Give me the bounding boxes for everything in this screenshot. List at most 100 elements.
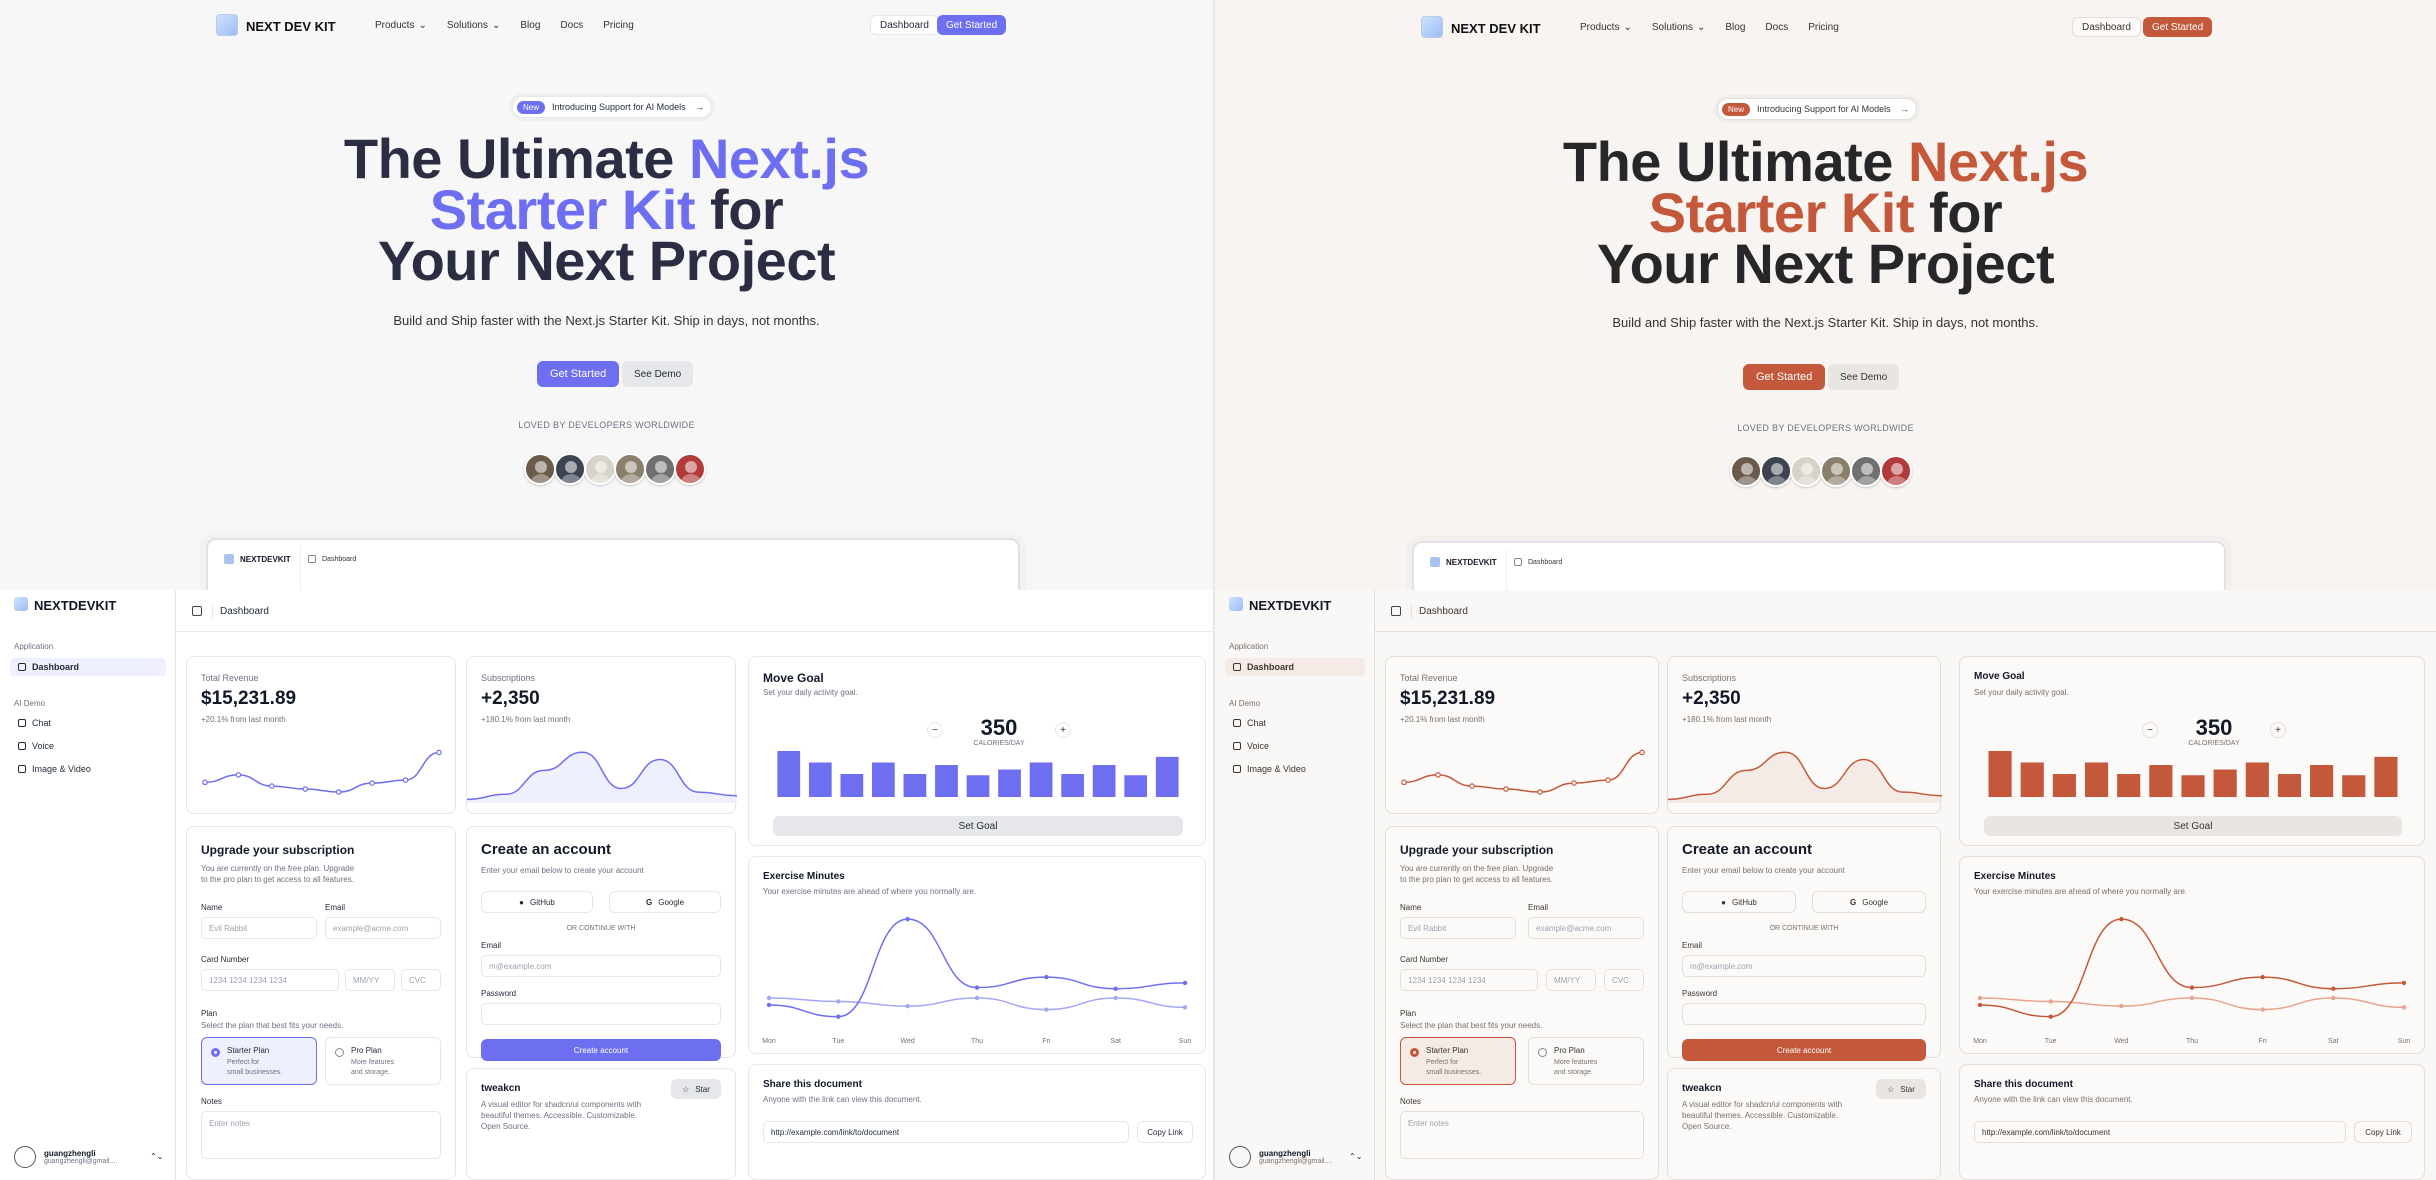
- x-tick-label: Mon: [1973, 1038, 1987, 1045]
- get-started-button[interactable]: Get Started: [937, 15, 1007, 35]
- see-demo-button[interactable]: See Demo: [1828, 364, 1900, 390]
- google-button[interactable]: G Google: [609, 891, 721, 913]
- nav-link-docs[interactable]: Docs: [1765, 22, 1788, 33]
- name-input[interactable]: Evil Rabbit: [1400, 917, 1516, 939]
- copy-link-button[interactable]: Copy Link: [2354, 1121, 2412, 1143]
- share-link-input[interactable]: http://example.com/link/to/document: [763, 1121, 1129, 1143]
- nav-link-blog[interactable]: Blog: [520, 20, 540, 31]
- sidebar-item-chat[interactable]: Chat: [10, 714, 166, 732]
- password-input[interactable]: [1682, 1003, 1926, 1025]
- sidebar-item-chat[interactable]: Chat: [1225, 714, 1365, 732]
- cvc-input[interactable]: CVC: [401, 969, 441, 991]
- nav-link-solutions[interactable]: Solutions ⌄: [447, 20, 501, 31]
- starter-plan-option[interactable]: Starter Plan Perfect for small businesses.: [1400, 1037, 1516, 1085]
- hero-subtitle: Build and Ship faster with the Next.js S…: [393, 313, 820, 328]
- divider: [212, 604, 213, 618]
- copy-link-button[interactable]: Copy Link: [1137, 1121, 1193, 1143]
- github-button[interactable]: ● GitHub: [1682, 891, 1796, 913]
- sidebar-item-dashboard[interactable]: Dashboard: [1225, 658, 1365, 676]
- star-button[interactable]: ☆ Star: [1876, 1079, 1926, 1099]
- voice-icon: [1233, 742, 1241, 750]
- brand-name[interactable]: NEXT DEV KIT: [1451, 21, 1541, 36]
- announcement-badge[interactable]: New Introducing Support for AI Models →: [1717, 98, 1917, 120]
- email-input[interactable]: m@example.com: [1682, 955, 1926, 977]
- hero-get-started-button[interactable]: Get Started: [537, 361, 620, 387]
- google-icon: G: [1849, 897, 1857, 907]
- nav-link-products[interactable]: Products ⌄: [1580, 22, 1632, 33]
- avatar: [1880, 455, 1912, 487]
- nav-link-pricing[interactable]: Pricing: [1808, 22, 1839, 33]
- sidebar-item-voice[interactable]: Voice: [10, 737, 166, 755]
- sidebar-toggle-icon[interactable]: [1391, 606, 1401, 616]
- subscriptions-area: [467, 752, 737, 803]
- card-number-input[interactable]: 1234 1234 1234 1234: [201, 969, 339, 991]
- name-input[interactable]: Evil Rabbit: [201, 917, 317, 939]
- create-account-button[interactable]: Create account: [481, 1039, 721, 1061]
- exercise-point-average: [836, 999, 841, 1004]
- nav-link-solutions[interactable]: Solutions ⌄: [1652, 22, 1706, 33]
- revenue-card: Total Revenue $15,231.89 +20.1% from las…: [186, 656, 456, 814]
- increase-button[interactable]: +: [1055, 722, 1071, 738]
- revenue-point: [335, 789, 342, 795]
- cvc-input[interactable]: CVC: [1604, 969, 1644, 991]
- exercise-point-average: [974, 995, 980, 1001]
- sidebar-item-voice[interactable]: Voice: [1225, 737, 1365, 755]
- set-goal-button[interactable]: Set Goal: [1984, 816, 2402, 836]
- expiry-input[interactable]: MM/YY: [1546, 969, 1596, 991]
- share-link-input[interactable]: http://example.com/link/to/document: [1974, 1121, 2346, 1143]
- exercise-point-average: [2119, 1003, 2124, 1009]
- sidebar-item-image-video[interactable]: Image & Video: [10, 760, 166, 778]
- plan-description: Select the plan that best fits your need…: [201, 1021, 344, 1030]
- password-input[interactable]: [481, 1003, 721, 1025]
- announcement-badge[interactable]: New Introducing Support for AI Models →: [512, 96, 712, 118]
- nav-link-blog[interactable]: Blog: [1725, 22, 1745, 33]
- email-input[interactable]: example@acme.com: [1528, 917, 1644, 939]
- expiry-input[interactable]: MM/YY: [345, 969, 395, 991]
- plan-desc: Perfect for small businesses.: [227, 1058, 297, 1078]
- hero-get-started-button[interactable]: Get Started: [1743, 364, 1826, 390]
- github-button[interactable]: ● GitHub: [481, 891, 593, 913]
- sidebar-item-label: Dashboard: [1247, 662, 1295, 672]
- create-account-button[interactable]: Create account: [1682, 1039, 1926, 1061]
- card-description: Enter your email below to create your ac…: [481, 866, 644, 875]
- desc-line: beautiful themes. Accessible. Customizab…: [481, 1111, 638, 1120]
- hero-title: The Ultimate Next.js Starter Kit for You…: [0, 131, 1213, 289]
- card-subtitle: Your exercise minutes are ahead of where…: [1974, 887, 2188, 896]
- card-number-input[interactable]: 1234 1234 1234 1234: [1400, 969, 1538, 991]
- sidebar-item-image-video[interactable]: Image & Video: [1225, 760, 1365, 778]
- sidebar-item-dashboard[interactable]: Dashboard: [10, 658, 166, 676]
- decrease-button[interactable]: −: [927, 722, 943, 738]
- logo-icon[interactable]: [1421, 16, 1443, 38]
- google-button[interactable]: G Google: [1812, 891, 1926, 913]
- pro-plan-option[interactable]: Pro Plan More features and storage.: [325, 1037, 441, 1085]
- increase-button[interactable]: +: [2270, 722, 2286, 738]
- email-input[interactable]: example@acme.com: [325, 917, 441, 939]
- user-menu[interactable]: guangzhengli guangzhengli@gmail.... ⌃⌄: [1229, 1146, 1362, 1168]
- x-tick-label: Tue: [2045, 1038, 2057, 1045]
- brand-name[interactable]: NEXT DEV KIT: [246, 19, 336, 34]
- revenue-chart: [1401, 749, 1645, 795]
- starter-plan-option[interactable]: Starter Plan Perfect for small businesses.: [201, 1037, 317, 1085]
- sidebar-toggle-icon[interactable]: [192, 606, 202, 616]
- dashboard-button[interactable]: Dashboard: [870, 15, 939, 35]
- breadcrumb[interactable]: Dashboard: [1419, 606, 1468, 617]
- exercise-point-today: [2119, 916, 2124, 922]
- name-label: Name: [1400, 903, 1422, 912]
- decrease-button[interactable]: −: [2142, 722, 2158, 738]
- nav-link-docs[interactable]: Docs: [560, 20, 583, 31]
- star-button[interactable]: ☆ Star: [671, 1079, 721, 1099]
- notes-textarea[interactable]: Enter notes: [201, 1111, 441, 1159]
- set-goal-button[interactable]: Set Goal: [773, 816, 1183, 836]
- nav-label: Products: [1580, 22, 1620, 33]
- nav-link-pricing[interactable]: Pricing: [603, 20, 634, 31]
- nav-link-products[interactable]: Products ⌄: [375, 20, 427, 31]
- dashboard-button[interactable]: Dashboard: [2072, 17, 2141, 37]
- logo-icon[interactable]: [216, 14, 238, 36]
- email-input[interactable]: m@example.com: [481, 955, 721, 977]
- breadcrumb[interactable]: Dashboard: [220, 606, 269, 617]
- see-demo-button[interactable]: See Demo: [622, 361, 694, 387]
- user-menu[interactable]: guangzhengli guangzhengli@gmail.... ⌃⌄: [14, 1146, 163, 1168]
- notes-textarea[interactable]: Enter notes: [1400, 1111, 1644, 1159]
- get-started-button[interactable]: Get Started: [2143, 17, 2213, 37]
- pro-plan-option[interactable]: Pro Plan More features and storage.: [1528, 1037, 1644, 1085]
